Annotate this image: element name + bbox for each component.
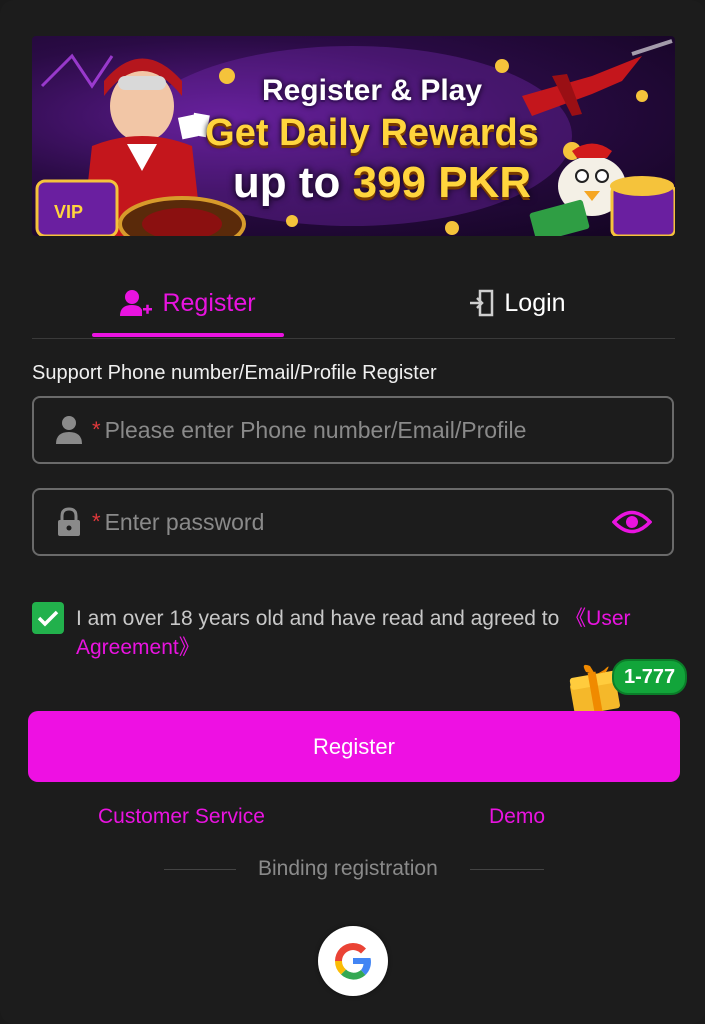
tab-login[interactable]: Login [402, 270, 632, 336]
login-icon [470, 289, 494, 317]
password-field[interactable]: * [32, 488, 674, 556]
banner-amount-prefix: up to [232, 158, 353, 207]
register-panel: VIP Register & Play Get Daily Rewards up… [0, 0, 705, 1024]
divider-right [470, 869, 544, 870]
username-input[interactable] [102, 415, 672, 445]
google-login-button[interactable] [318, 926, 388, 996]
required-mark: * [92, 417, 101, 442]
banner-headline: Register & Play [261, 74, 483, 107]
binding-registration-label: Binding registration [258, 857, 438, 880]
agreement-label: I am over 18 years old and have read and… [76, 607, 566, 630]
promo-banner[interactable]: VIP Register & Play Get Daily Rewards up… [32, 36, 675, 236]
demo-link[interactable]: Demo [489, 805, 545, 829]
agreement-text: I am over 18 years old and have read and… [76, 604, 676, 662]
password-input[interactable] [102, 507, 612, 537]
tab-register-label: Register [162, 288, 256, 317]
lock-icon [58, 507, 80, 536]
divider-left [164, 869, 236, 870]
banner-amount-line: up to 399 PKR [212, 158, 552, 208]
google-icon [334, 942, 371, 980]
auth-tabs: Register Login [32, 270, 675, 339]
tab-register[interactable]: Register [92, 270, 284, 336]
check-icon [37, 610, 59, 627]
username-field[interactable]: * [32, 396, 674, 464]
tab-login-label: Login [504, 288, 566, 317]
register-button[interactable]: Register [28, 711, 680, 782]
vip-label: VIP [54, 202, 83, 222]
add-user-icon [120, 290, 153, 316]
banner-amount: 399 PKR [352, 158, 532, 207]
user-icon [56, 416, 82, 444]
active-tab-indicator [92, 333, 284, 337]
eye-icon[interactable] [612, 507, 652, 537]
register-hint: Support Phone number/Email/Profile Regis… [32, 362, 437, 384]
banner-subheadline: Get Daily Rewards [205, 112, 539, 154]
required-mark: * [92, 509, 101, 534]
promo-badge: 1-777 [612, 659, 688, 695]
customer-service-link[interactable]: Customer Service [98, 805, 265, 829]
agreement-checkbox[interactable] [32, 602, 64, 634]
